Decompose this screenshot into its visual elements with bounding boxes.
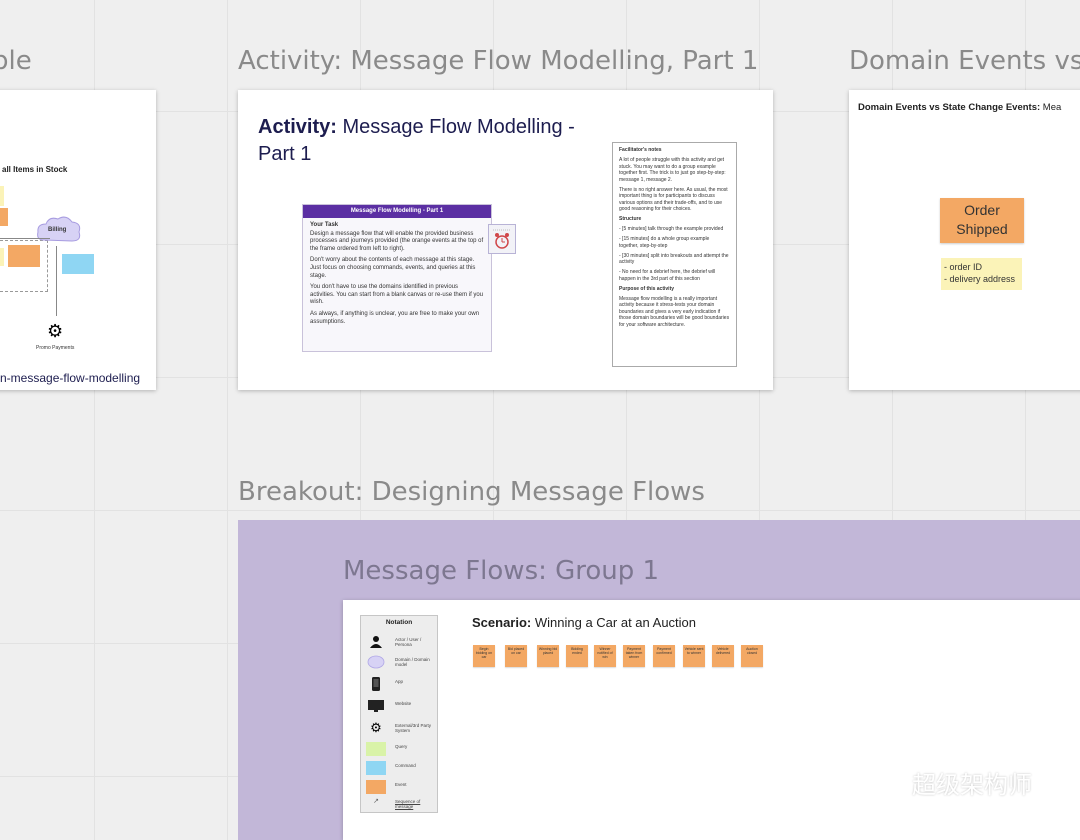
query-note[interactable] [0, 186, 4, 206]
notes-paragraph: There is no right answer here. As usual,… [619, 186, 728, 213]
frame-link[interactable]: n-message-flow-modelling [0, 371, 140, 385]
monitor-icon [368, 700, 384, 712]
task-paragraph: You don't have to use the domains identi… [310, 284, 484, 306]
scenario-event-note[interactable]: Bid placed on car [505, 645, 527, 667]
timer-widget[interactable] [488, 224, 516, 254]
order-shipped-event[interactable]: Order Shipped [940, 198, 1024, 243]
notes-title: Facilitator's notes [619, 147, 662, 153]
frame-title-left[interactable]: ple [0, 46, 32, 76]
domain-heading-bold: Domain Events vs State Change Events: [858, 102, 1041, 113]
task-paragraph: Design a message flow that will enable t… [310, 230, 484, 252]
connector-line [56, 246, 57, 316]
scenario-event-note[interactable]: Payment taken from winner [623, 645, 645, 667]
task-card-title: Message Flow Modelling - Part 1 [303, 205, 491, 218]
connector-line [0, 238, 50, 239]
your-task-heading: Your Task [310, 222, 339, 228]
notes-paragraph: - [15 minutes] do a whole group example … [619, 236, 710, 249]
notation-row-domain: Domain / Domain model [366, 655, 436, 669]
scenario-event-note[interactable]: Winning bid placed [537, 645, 559, 667]
scenario-event-note[interactable]: Auction closed [741, 645, 763, 667]
notes-paragraph: - No need for a debrief here, the debrie… [619, 269, 716, 282]
event-details-note[interactable]: - order ID - delivery address [941, 258, 1022, 290]
event-note[interactable] [8, 245, 40, 267]
person-icon [370, 636, 382, 648]
frame-title-domain-events[interactable]: Domain Events vs S [849, 46, 1080, 76]
frame-example[interactable]: all Items in Stock Billing ⚙ Promo Payme… [0, 90, 156, 390]
event-detail: - order ID [944, 262, 983, 272]
notes-paragraph: - [30 minutes] split into breakouts and … [619, 252, 729, 266]
query-swatch [366, 742, 386, 756]
scenario-event-note[interactable]: Vehicle sent to winner [683, 645, 705, 667]
frame-title-group1[interactable]: Message Flows: Group 1 [343, 556, 659, 586]
wechat-icon [868, 768, 904, 794]
command-note[interactable] [62, 254, 94, 274]
notation-row-website: Website [366, 699, 436, 713]
event-note[interactable] [0, 208, 8, 226]
notation-title: Notation [385, 619, 413, 626]
notation-row-sequence: ↗ Sequence of message [366, 797, 436, 811]
scenario-event-note[interactable]: Vehicle delivered [712, 645, 734, 667]
notation-row-actor: Actor / User / Persona [366, 635, 436, 649]
scenario-event-note[interactable]: Winner notified of win [594, 645, 616, 667]
alarm-clock-icon [493, 229, 511, 249]
notes-paragraph: A lot of people struggle with this activ… [619, 157, 726, 183]
mobile-app-icon [372, 677, 380, 691]
domain-heading-rest: Mea [1040, 102, 1062, 113]
frame-title-breakout[interactable]: Breakout: Designing Message Flows [238, 477, 705, 507]
notes-paragraph: - [5 minutes] talk through the example p… [619, 226, 724, 232]
frame-title-activity[interactable]: Activity: Message Flow Modelling, Part 1 [238, 46, 758, 76]
gear-caption: Promo Payments [36, 345, 75, 351]
notation-label: Website [395, 701, 412, 706]
notation-row-query: Query [366, 742, 436, 756]
notation-label: Command [395, 763, 416, 768]
scenario-heading: Scenario: Winning a Car at an Auction [472, 615, 696, 630]
frame-group1[interactable]: Notation Actor / User / Persona Domain /… [343, 600, 1080, 840]
notes-purpose-heading: Purpose of this activity [619, 285, 675, 292]
scenario-text: Winning a Car at an Auction [531, 615, 697, 630]
notes-structure-heading: Structure [619, 216, 642, 222]
domain-cloud-icon [367, 655, 385, 669]
event-swatch [366, 780, 386, 794]
scenario-event-note[interactable]: Begin bidding on car [473, 645, 495, 667]
frame-domain-events[interactable]: Domain Events vs State Change Events: Me… [849, 90, 1080, 390]
watermark-text: 超级架构师 [912, 771, 1032, 799]
notation-row-event: Event [366, 780, 436, 794]
activity-heading-bold: Activity: [258, 116, 337, 138]
notation-row-app: App [366, 677, 436, 691]
notation-legend[interactable]: Notation Actor / User / Persona Domain /… [360, 615, 438, 813]
notation-label: Sequence of message [395, 799, 421, 809]
notation-label: Event [395, 782, 407, 787]
notation-label: Actor / User / Persona [395, 637, 422, 647]
activity-heading: Activity: Message Flow Modelling - Part … [258, 114, 588, 168]
gear-icon: ⚙ [47, 321, 64, 341]
scenario-event-note[interactable]: Payment confirmed [653, 645, 675, 667]
notation-label: External/3rd Party System [395, 723, 432, 733]
gear-icon: ⚙ [370, 720, 382, 735]
notation-label: Query [395, 744, 408, 749]
notation-row-command: Command [366, 761, 436, 775]
scenario-bold: Scenario: [472, 615, 532, 630]
notation-label: Domain / Domain model [395, 657, 430, 667]
domain-heading: Domain Events vs State Change Events: Me… [858, 102, 1061, 113]
scenario-event-note[interactable]: Bidding ended [566, 645, 588, 667]
task-card[interactable]: Message Flow Modelling - Part 1 Your Tas… [302, 204, 492, 352]
notation-row-external: ⚙ External/3rd Party System [366, 721, 436, 735]
notes-paragraph: Message flow modelling is a really impor… [619, 295, 730, 328]
arrow-icon: ↗ [373, 798, 379, 805]
event-detail: - delivery address [944, 274, 1016, 284]
frame-activity[interactable]: Activity: Message Flow Modelling - Part … [238, 90, 773, 390]
facilitator-notes[interactable]: Facilitator's notes A lot of people stru… [612, 142, 737, 367]
task-paragraph: As always, if anything is unclear, you a… [310, 310, 480, 325]
command-swatch [366, 761, 386, 775]
example-heading: all Items in Stock [2, 165, 68, 174]
billing-label: Billing [48, 227, 67, 233]
query-note[interactable] [0, 248, 4, 266]
notation-label: App [395, 679, 404, 684]
task-paragraph: Don't worry about the contents of each m… [310, 257, 476, 279]
